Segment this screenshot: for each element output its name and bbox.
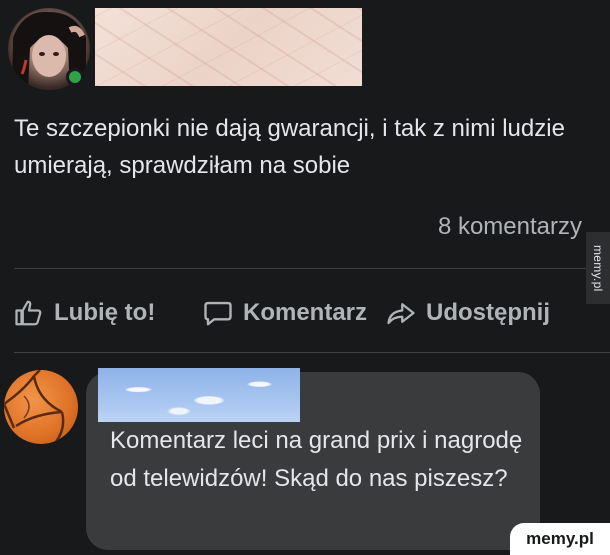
divider-bottom: [14, 352, 610, 353]
comment-label: Komentarz: [243, 299, 368, 326]
online-status-dot: [66, 68, 84, 86]
commenter-name-redacted: [98, 368, 300, 422]
comment-text: Komentarz leci na grand prix i nagrodę o…: [110, 427, 523, 492]
post-text: Te szczepionki nie dają gwarancji, i tak…: [14, 115, 565, 179]
author-name-redacted: [95, 8, 362, 86]
divider-top: [14, 268, 586, 269]
corner-watermark: memy.pl: [510, 523, 610, 555]
share-arrow-icon: [387, 303, 415, 325]
thumbs-up-icon: [15, 300, 42, 326]
side-watermark: memy.pl: [586, 232, 610, 304]
like-button[interactable]: Lubię to!: [14, 293, 155, 333]
commenter-avatar-image: [4, 370, 65, 443]
like-label: Lubię to!: [54, 299, 156, 326]
share-label: Udostępnij: [426, 299, 550, 326]
comment-count-link[interactable]: 8 komentarzy: [438, 213, 582, 241]
comment-button[interactable]: Komentarz: [203, 293, 367, 333]
speech-bubble-icon: [204, 301, 232, 326]
share-button[interactable]: Udostępnij: [386, 293, 550, 333]
commenter-avatar[interactable]: [4, 370, 78, 444]
